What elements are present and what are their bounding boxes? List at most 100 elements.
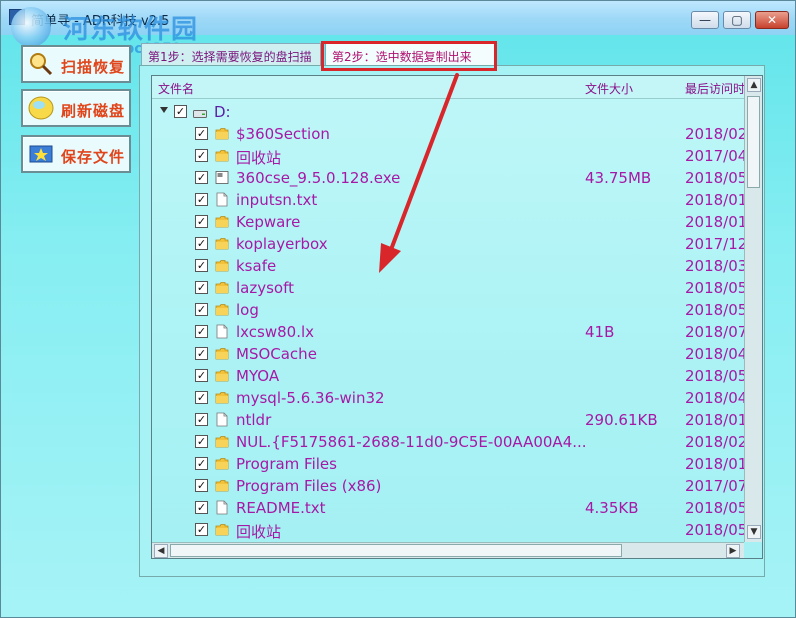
file-name: ksafe [236, 257, 277, 275]
table-row[interactable]: ✓ NUL.{F5175861-2688-11d0-9C5E-00AA00A4..… [152, 431, 744, 453]
folder-icon [215, 260, 229, 272]
file-date: 2018/01 [685, 455, 744, 473]
row-checkbox[interactable]: ✓ [195, 501, 208, 514]
column-header-size[interactable]: 文件大小 [585, 80, 633, 97]
table-row[interactable]: ✓ log 2018/05 [152, 299, 744, 321]
app-icon [9, 9, 25, 25]
title-bar[interactable]: 简单寻 - ADR科技 v2.5 — ▢ ✕ [1, 1, 795, 35]
file-date: 2018/01 [685, 191, 744, 209]
table-row[interactable]: ✓ lxcsw80.lx 41B 2018/07 [152, 321, 744, 343]
table-row[interactable]: ✓ MSOCache 2018/04 [152, 343, 744, 365]
file-name: 360cse_9.5.0.128.exe [236, 169, 401, 187]
file-name: $360Section [236, 125, 330, 143]
table-row[interactable]: ✓ mysql-5.6.36-win32 2018/04 [152, 387, 744, 409]
file-icon [216, 324, 228, 339]
scroll-down-arrow-icon[interactable]: ▼ [747, 525, 761, 539]
row-checkbox[interactable]: ✓ [195, 347, 208, 360]
table-row[interactable]: ✓ lazysoft 2018/05 [152, 277, 744, 299]
file-name: Kepware [236, 213, 301, 231]
window-title: 简单寻 - ADR科技 v2.5 [31, 14, 170, 29]
column-header-date[interactable]: 最后访问时 [685, 80, 745, 97]
table-row[interactable]: ✓ 回收站 2018/05 [152, 519, 744, 541]
file-icon [216, 500, 228, 515]
save-icon [29, 145, 53, 163]
folder-icon [215, 524, 229, 536]
row-checkbox[interactable]: ✓ [195, 435, 208, 448]
folder-icon [215, 436, 229, 448]
row-checkbox[interactable]: ✓ [195, 149, 208, 162]
row-checkbox[interactable]: ✓ [195, 215, 208, 228]
save-file-button[interactable]: 保存文件 [21, 135, 131, 173]
row-checkbox[interactable]: ✓ [195, 259, 208, 272]
file-date: 2018/05 [685, 521, 744, 539]
scroll-right-arrow-icon[interactable]: ▶ [726, 544, 740, 558]
file-size: 4.35KB [585, 499, 639, 517]
file-date: 2018/05 [685, 169, 744, 187]
row-checkbox[interactable]: ✓ [195, 369, 208, 382]
row-checkbox[interactable]: ✓ [195, 127, 208, 140]
list-header: 文件名 文件大小 最后访问时 [152, 76, 745, 99]
file-icon [216, 192, 228, 207]
file-name: README.txt [236, 499, 326, 517]
maximize-button[interactable]: ▢ [723, 11, 751, 29]
minimize-button[interactable]: — [691, 11, 719, 29]
vertical-scrollbar[interactable]: ▲ ▼ [744, 76, 762, 542]
row-checkbox[interactable]: ✓ [195, 303, 208, 316]
file-date: 2018/04 [685, 345, 744, 363]
file-date: 2018/02 [685, 433, 744, 451]
folder-icon [215, 348, 229, 360]
file-list-view[interactable]: 文件名 文件大小 最后访问时 ✓ D: ✓ $360Section 2018/02 ✓… [151, 75, 763, 559]
folder-icon [215, 480, 229, 492]
row-checkbox[interactable]: ✓ [195, 325, 208, 338]
folder-icon [215, 282, 229, 294]
row-checkbox[interactable]: ✓ [195, 391, 208, 404]
table-row[interactable]: ✓ MYOA 2018/05 [152, 365, 744, 387]
row-checkbox[interactable]: ✓ [195, 523, 208, 536]
table-row[interactable]: ✓ README.txt 4.35KB 2018/05 [152, 497, 744, 519]
file-name: 回收站 [236, 149, 282, 167]
horizontal-scrollbar[interactable]: ◀ ▶ [152, 542, 744, 558]
scroll-left-arrow-icon[interactable]: ◀ [154, 544, 168, 558]
file-size: 41B [585, 323, 615, 341]
file-name: inputsn.txt [236, 191, 318, 209]
file-date: 2017/07 [685, 477, 744, 495]
drive-checkbox[interactable]: ✓ [174, 105, 187, 118]
save-file-label: 保存文件 [61, 148, 126, 166]
file-date: 2018/01 [685, 411, 744, 429]
file-name: Program Files (x86) [236, 477, 382, 495]
table-row[interactable]: ✓ koplayerbox 2017/12 [152, 233, 744, 255]
collapse-arrow-icon[interactable] [160, 107, 168, 113]
folder-icon [215, 458, 229, 470]
table-row[interactable]: ✓ 回收站 2017/04 [152, 145, 744, 167]
table-row[interactable]: ✓ inputsn.txt 2018/01 [152, 189, 744, 211]
file-date: 2018/02 [685, 125, 744, 143]
table-row[interactable]: ✓ 360cse_9.5.0.128.exe 43.75MB 2018/05 [152, 167, 744, 189]
row-checkbox[interactable]: ✓ [195, 193, 208, 206]
row-checkbox[interactable]: ✓ [195, 413, 208, 426]
table-row[interactable]: ✓ ntldr 290.61KB 2018/01 [152, 409, 744, 431]
tab-step1-scan[interactable]: 第1步：选择需要恢复的盘扫描 [141, 43, 321, 67]
table-row[interactable]: ✓ Program Files 2018/01 [152, 453, 744, 475]
file-name: MYOA [236, 367, 280, 385]
vertical-scroll-thumb[interactable] [747, 96, 760, 188]
scroll-up-arrow-icon[interactable]: ▲ [747, 78, 761, 92]
folder-icon [215, 128, 229, 140]
table-row[interactable]: ✓ Program Files (x86) 2017/07 [152, 475, 744, 497]
refresh-disk-button[interactable]: 刷新磁盘 [21, 89, 131, 127]
close-button[interactable]: ✕ [755, 11, 789, 29]
horizontal-scroll-thumb[interactable] [170, 544, 622, 557]
row-checkbox[interactable]: ✓ [195, 237, 208, 250]
folder-icon [215, 370, 229, 382]
table-row[interactable]: ✓ ksafe 2018/03 [152, 255, 744, 277]
scan-recover-button[interactable]: 扫描恢复 [21, 45, 131, 83]
table-row[interactable]: ✓ Kepware 2018/01 [152, 211, 744, 233]
file-name: MSOCache [236, 345, 317, 363]
row-checkbox[interactable]: ✓ [195, 457, 208, 470]
table-row[interactable]: ✓ $360Section 2018/02 [152, 123, 744, 145]
file-name: mysql-5.6.36-win32 [236, 389, 385, 407]
row-checkbox[interactable]: ✓ [195, 171, 208, 184]
drive-row[interactable]: ✓ D: [152, 101, 744, 123]
column-header-name[interactable]: 文件名 [158, 80, 194, 97]
row-checkbox[interactable]: ✓ [195, 479, 208, 492]
row-checkbox[interactable]: ✓ [195, 281, 208, 294]
